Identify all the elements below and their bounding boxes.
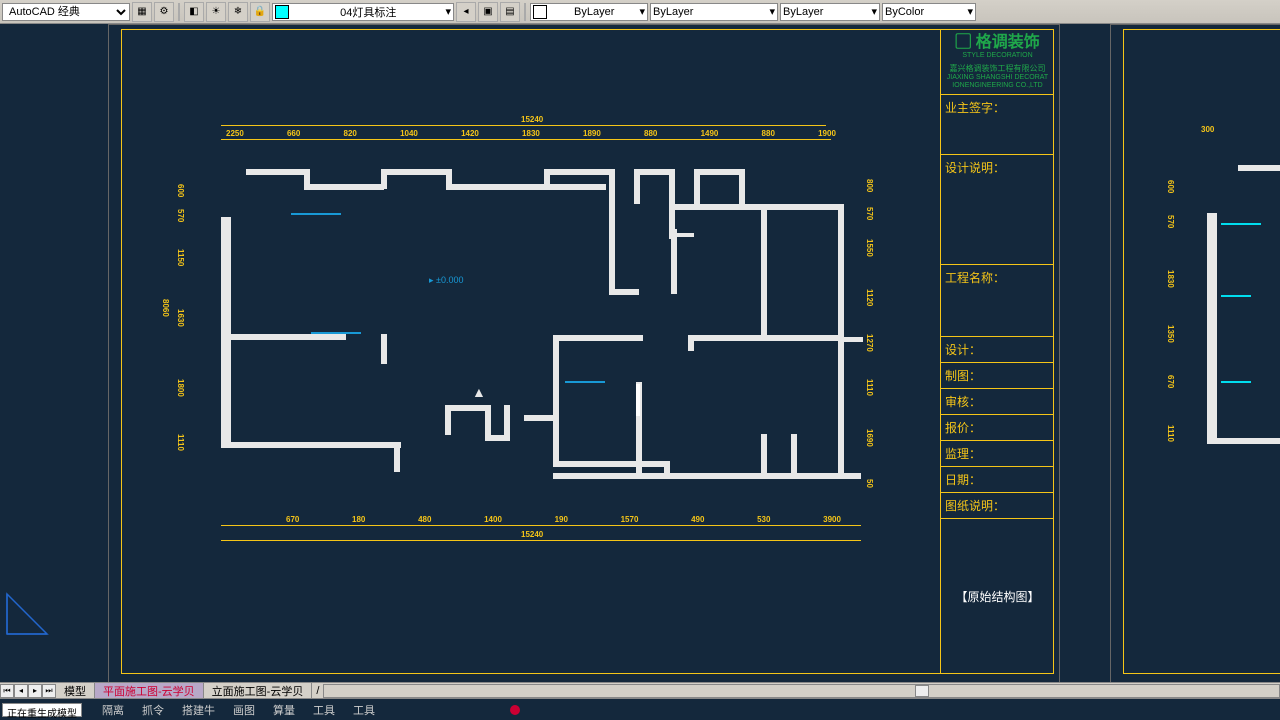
dim-row-bottom: 670 180 480 1400 190 1570 490 530 3900 [286,515,841,524]
dim-line-bottom-inner [221,525,861,526]
drawing-area: 15240 2250 660 820 1040 1420 1830 1890 8… [121,29,940,674]
tb-dwg-title: 【原始结构图】 [941,519,1054,674]
tab-first-icon[interactable]: ⏮ [0,684,14,698]
sheet-frame-1: 15240 2250 660 820 1040 1420 1830 1890 8… [108,24,1060,682]
lineweight-select[interactable]: ByLayer▾ [780,3,880,21]
tab-last-icon[interactable]: ⏭ [42,684,56,698]
sheet-frame-2: 300500 600 570 1830 1350 670 1110 [1110,24,1280,682]
tb-owner-sign: 业主签字： [941,95,1054,155]
dim-line-bottom-outer [221,540,861,541]
color-select[interactable]: ByLayer▾ [530,3,648,21]
layer-freeze-icon[interactable]: ❄ [228,2,248,22]
status-menu: 隔离 抓令 搭建牛 画图 算量 工具 工具 [102,702,375,718]
dim-line-top-inner [221,139,831,140]
grid-icon[interactable]: ▦ [132,2,152,22]
main-toolbar: AutoCAD 经典 ▦ ⚙ ◧ ☀ ❄ 🔒 04灯具标注▾ ◂ ▣ ▤ ByL… [0,0,1280,24]
tb-logo: ▢ 格调装饰 STYLE DECORATION 嘉兴格调装饰工程有限公司 JIA… [941,29,1054,95]
tb-design-note: 设计说明： [941,155,1054,265]
door-line [311,332,361,334]
tab-prev-icon[interactable]: ◂ [14,684,28,698]
dim-line-top-outer [221,125,826,126]
tab-next-icon[interactable]: ▸ [28,684,42,698]
window-line-2 [565,381,605,383]
menu-item[interactable]: 抓令 [142,702,164,718]
layer-sun-icon[interactable]: ☀ [206,2,226,22]
dim-col-left-2: 600 570 1830 1350 670 1110 [1166,175,1186,522]
tab-layout1[interactable]: 平面施工图-云学贝 [95,683,204,699]
tb-designer: 设计： [941,337,1054,363]
tb-date: 日期： [941,467,1054,493]
menu-item[interactable]: 工具 [313,702,335,718]
layer-lock-icon[interactable]: 🔒 [250,2,270,22]
menu-item[interactable]: 隔离 [102,702,124,718]
title-block: ▢ 格调装饰 STYLE DECORATION 嘉兴格调装饰工程有限公司 JIA… [940,29,1054,674]
dim-row-top: 2250 660 820 1040 1420 1830 1890 880 149… [226,129,836,138]
tb-reviewer: 审核： [941,389,1054,415]
tb-quoter: 报价： [941,415,1054,441]
command-line[interactable]: 正在重生成模型 [2,703,82,717]
window-line [291,213,341,215]
tb-dwg-note: 图纸说明： [941,493,1054,519]
tab-model[interactable]: 模型 [56,683,95,699]
linetype-select[interactable]: ByLayer▾ [650,3,778,21]
h-scrollbar[interactable] [323,684,1280,698]
layer-state-icon[interactable]: ▤ [500,2,520,22]
layer-prev-icon[interactable]: ◂ [456,2,476,22]
menu-item[interactable]: 画图 [233,702,255,718]
layout-tabbar: ⏮ ◂ ▸ ⏭ 模型 平面施工图-云学贝 立面施工图-云学贝 / [0,682,1280,698]
tb-supervisor: 监理： [941,441,1054,467]
menu-item[interactable]: 工具 [353,702,375,718]
dim-row-top-2: 300500 [1201,125,1280,134]
tb-drafter: 制图： [941,363,1054,389]
dim-top-total: 15240 [521,115,543,124]
layer-iso-icon[interactable]: ▣ [478,2,498,22]
menu-item[interactable]: 算量 [273,702,295,718]
record-indicator-icon [510,705,520,715]
ucs-icon [2,589,52,642]
level-mark: ▸ ±0.000 [429,275,464,286]
tab-nav: ⏮ ◂ ▸ ⏭ [0,684,56,698]
h-scroll-thumb[interactable] [915,685,929,697]
tab-layout2[interactable]: 立面施工图-云学贝 [204,683,313,699]
plotstyle-select[interactable]: ByColor▾ [882,3,976,21]
workspace-select[interactable]: AutoCAD 经典 [2,3,130,21]
gear-icon[interactable]: ⚙ [154,2,174,22]
dim-bottom-total: 15240 [521,530,543,539]
layer-mgr-icon[interactable]: ◧ [184,2,204,22]
tb-project-name: 工程名称： [941,265,1054,337]
drawing-canvas[interactable]: 15240 2250 660 820 1040 1420 1830 1890 8… [0,24,1280,682]
dim-col-right: 800 570 1550 1120 1270 1110 1690 50 [865,179,885,514]
menu-item[interactable]: 搭建牛 [182,702,215,718]
layer-select[interactable]: 04灯具标注▾ [272,3,454,21]
status-bar: 正在重生成模型 隔离 抓令 搭建牛 画图 算量 工具 工具 [0,698,1280,720]
dim-col-left: 600 570 1150 1630 1800 1110 8060 [176,179,196,514]
